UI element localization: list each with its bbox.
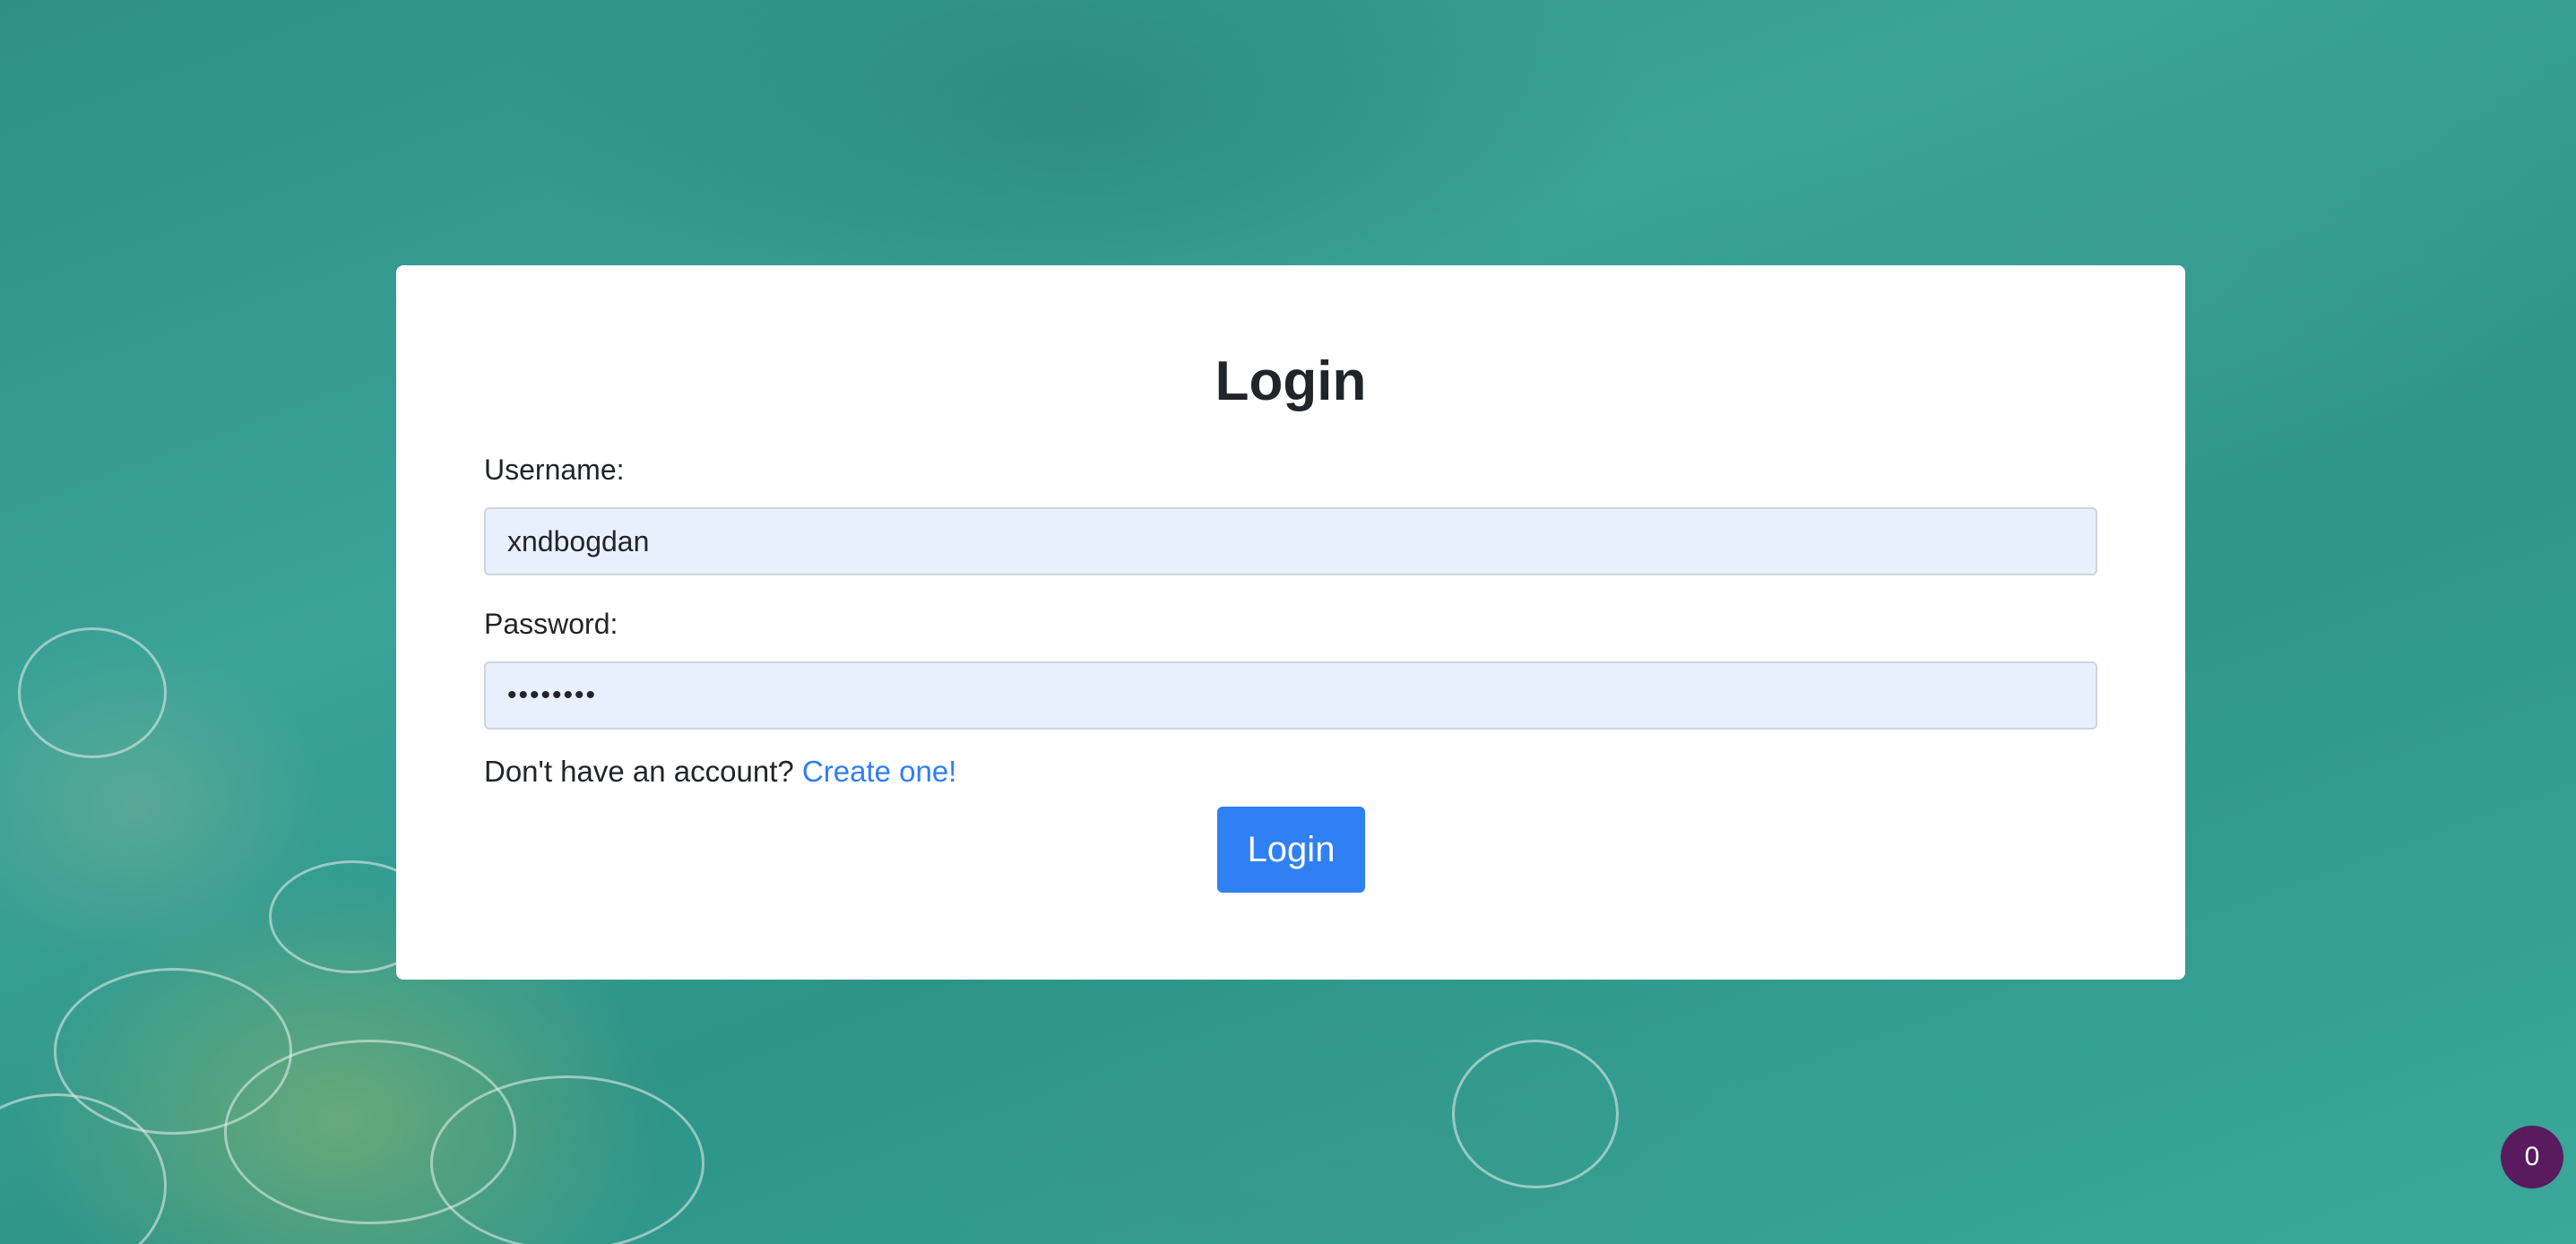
- password-value: ••••••••: [507, 680, 598, 710]
- foam-texture: [18, 627, 167, 758]
- signup-prompt-text: Don't have an account?: [484, 755, 794, 788]
- login-button[interactable]: Login: [1217, 807, 1365, 893]
- page-title: Login: [1215, 350, 1367, 412]
- username-label: Username:: [484, 454, 625, 486]
- password-input[interactable]: ••••••••: [484, 661, 2097, 730]
- login-card: Login Username: xndbogdan Password: ••••…: [396, 265, 2185, 980]
- create-account-link[interactable]: Create one!: [802, 755, 956, 788]
- password-label: Password:: [484, 608, 618, 640]
- counter-badge[interactable]: 0: [2501, 1126, 2563, 1188]
- foam-texture: [430, 1076, 705, 1244]
- signup-prompt: Don't have an account? Create one!: [484, 755, 956, 789]
- username-input[interactable]: xndbogdan: [484, 507, 2097, 575]
- foam-texture: [1452, 1040, 1619, 1188]
- username-value: xndbogdan: [507, 524, 650, 557]
